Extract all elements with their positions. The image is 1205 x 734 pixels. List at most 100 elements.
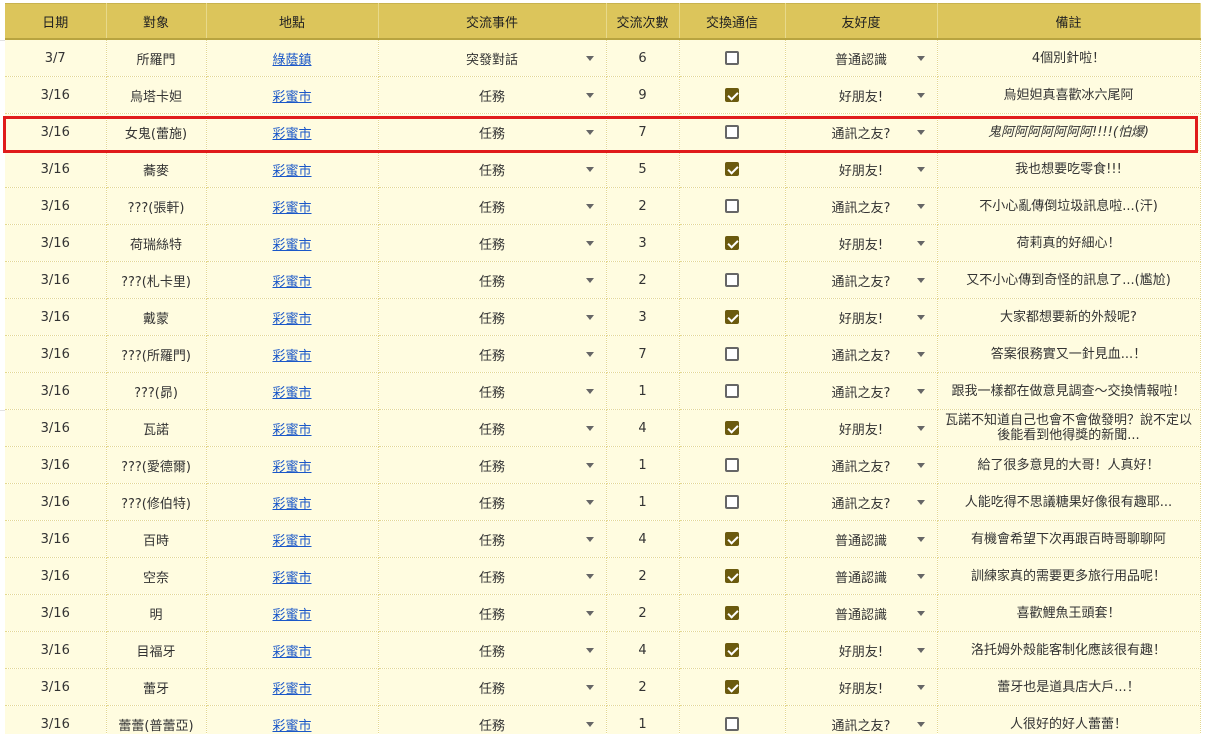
friendship-dropdown[interactable]: 好朋友!	[785, 76, 938, 114]
count-cell[interactable]: 2	[606, 668, 680, 706]
note-cell[interactable]: 答案很務實又一針見血...！	[937, 335, 1201, 373]
note-cell[interactable]: 瓦諾不知道自己也會不會做發明？說不定以後能看到他得獎的新聞...	[937, 409, 1201, 447]
target-cell[interactable]: ???(張軒)	[106, 187, 207, 225]
friendship-dropdown[interactable]: 好朋友!	[785, 409, 938, 447]
exchange-checkbox[interactable]	[725, 532, 739, 546]
date-cell[interactable]: 3/16	[5, 76, 107, 114]
exchange-checkbox[interactable]	[725, 273, 739, 287]
header-count[interactable]: 交流次數	[606, 3, 680, 40]
date-cell[interactable]: 3/16	[5, 446, 107, 484]
event-dropdown[interactable]: 任務	[378, 409, 607, 447]
place-link[interactable]: 彩蜜市	[272, 201, 311, 216]
exchange-cell[interactable]	[679, 187, 786, 225]
exchange-cell[interactable]	[679, 261, 786, 299]
dropdown-arrow-icon[interactable]	[585, 722, 594, 727]
exchange-cell[interactable]	[679, 668, 786, 706]
place-cell[interactable]: 彩蜜市	[206, 483, 379, 521]
dropdown-arrow-icon[interactable]	[585, 278, 594, 283]
event-dropdown[interactable]: 任務	[378, 594, 607, 632]
place-link[interactable]: 彩蜜市	[272, 349, 311, 364]
place-link[interactable]: 彩蜜市	[272, 90, 311, 105]
count-cell[interactable]: 4	[606, 409, 680, 447]
note-cell[interactable]: 不小心亂傳倒垃圾訊息啦...(汗)	[937, 187, 1201, 225]
date-cell[interactable]: 3/16	[5, 594, 107, 632]
note-cell[interactable]: 有機會希望下次再跟百時哥聊聊阿	[937, 520, 1201, 558]
event-dropdown[interactable]: 任務	[378, 150, 607, 188]
exchange-cell[interactable]	[679, 113, 786, 151]
exchange-cell[interactable]	[679, 557, 786, 595]
dropdown-arrow-icon[interactable]	[585, 574, 594, 579]
dropdown-arrow-icon[interactable]	[585, 537, 594, 542]
dropdown-arrow-icon[interactable]	[585, 685, 594, 690]
dropdown-arrow-icon[interactable]	[916, 93, 925, 98]
place-cell[interactable]: 彩蜜市	[206, 668, 379, 706]
exchange-cell[interactable]	[679, 705, 786, 734]
place-link[interactable]: 彩蜜市	[272, 645, 311, 660]
dropdown-arrow-icon[interactable]	[585, 463, 594, 468]
dropdown-arrow-icon[interactable]	[585, 426, 594, 431]
date-cell[interactable]: 3/16	[5, 261, 107, 299]
dropdown-arrow-icon[interactable]	[916, 56, 925, 61]
note-cell[interactable]: 4個別針啦！	[937, 39, 1201, 77]
target-cell[interactable]: ???(札卡里)	[106, 261, 207, 299]
count-cell[interactable]: 9	[606, 76, 680, 114]
place-link[interactable]: 彩蜜市	[272, 719, 311, 734]
friendship-dropdown[interactable]: 好朋友!	[785, 150, 938, 188]
place-cell[interactable]: 彩蜜市	[206, 631, 379, 669]
friendship-dropdown[interactable]: 普通認識	[785, 557, 938, 595]
date-cell[interactable]: 3/16	[5, 483, 107, 521]
dropdown-arrow-icon[interactable]	[916, 167, 925, 172]
event-dropdown[interactable]: 任務	[378, 335, 607, 373]
dropdown-arrow-icon[interactable]	[585, 167, 594, 172]
note-cell[interactable]: 荷莉真的好細心！	[937, 224, 1201, 262]
place-cell[interactable]: 彩蜜市	[206, 594, 379, 632]
dropdown-arrow-icon[interactable]	[585, 352, 594, 357]
count-cell[interactable]: 6	[606, 39, 680, 77]
exchange-cell[interactable]	[679, 594, 786, 632]
date-cell[interactable]: 3/16	[5, 372, 107, 410]
count-cell[interactable]: 1	[606, 372, 680, 410]
dropdown-arrow-icon[interactable]	[916, 574, 925, 579]
dropdown-arrow-icon[interactable]	[585, 611, 594, 616]
date-cell[interactable]: 3/16	[5, 335, 107, 373]
date-cell[interactable]: 3/16	[5, 150, 107, 188]
target-cell[interactable]: 荷瑞絲特	[106, 224, 207, 262]
exchange-checkbox[interactable]	[725, 51, 739, 65]
exchange-checkbox[interactable]	[725, 384, 739, 398]
count-cell[interactable]: 7	[606, 113, 680, 151]
count-cell[interactable]: 3	[606, 298, 680, 336]
count-cell[interactable]: 5	[606, 150, 680, 188]
target-cell[interactable]: 所羅門	[106, 39, 207, 77]
dropdown-arrow-icon[interactable]	[585, 648, 594, 653]
dropdown-arrow-icon[interactable]	[585, 130, 594, 135]
dropdown-arrow-icon[interactable]	[585, 56, 594, 61]
target-cell[interactable]: 明	[106, 594, 207, 632]
exchange-cell[interactable]	[679, 372, 786, 410]
dropdown-arrow-icon[interactable]	[916, 463, 925, 468]
header-exchange[interactable]: 交換通信	[679, 3, 786, 40]
target-cell[interactable]: 蕎麥	[106, 150, 207, 188]
date-cell[interactable]: 3/16	[5, 631, 107, 669]
place-cell[interactable]: 彩蜜市	[206, 520, 379, 558]
exchange-cell[interactable]	[679, 446, 786, 484]
target-cell[interactable]: 目福牙	[106, 631, 207, 669]
exchange-checkbox[interactable]	[725, 310, 739, 324]
event-dropdown[interactable]: 任務	[378, 187, 607, 225]
place-link[interactable]: 彩蜜市	[272, 460, 311, 475]
friendship-dropdown[interactable]: 通訊之友?	[785, 187, 938, 225]
count-cell[interactable]: 4	[606, 631, 680, 669]
friendship-dropdown[interactable]: 普通認識	[785, 520, 938, 558]
count-cell[interactable]: 2	[606, 594, 680, 632]
place-cell[interactable]: 彩蜜市	[206, 150, 379, 188]
place-cell[interactable]: 彩蜜市	[206, 298, 379, 336]
count-cell[interactable]: 4	[606, 520, 680, 558]
friendship-dropdown[interactable]: 好朋友!	[785, 668, 938, 706]
place-cell[interactable]: 彩蜜市	[206, 76, 379, 114]
dropdown-arrow-icon[interactable]	[916, 315, 925, 320]
event-dropdown[interactable]: 任務	[378, 520, 607, 558]
note-cell[interactable]: 鬼阿阿阿阿阿阿阿!!!!(怕爆)	[937, 113, 1201, 151]
friendship-dropdown[interactable]: 通訊之友?	[785, 483, 938, 521]
place-link[interactable]: 彩蜜市	[272, 571, 311, 586]
event-dropdown[interactable]: 突發對話	[378, 39, 607, 77]
count-cell[interactable]: 2	[606, 187, 680, 225]
